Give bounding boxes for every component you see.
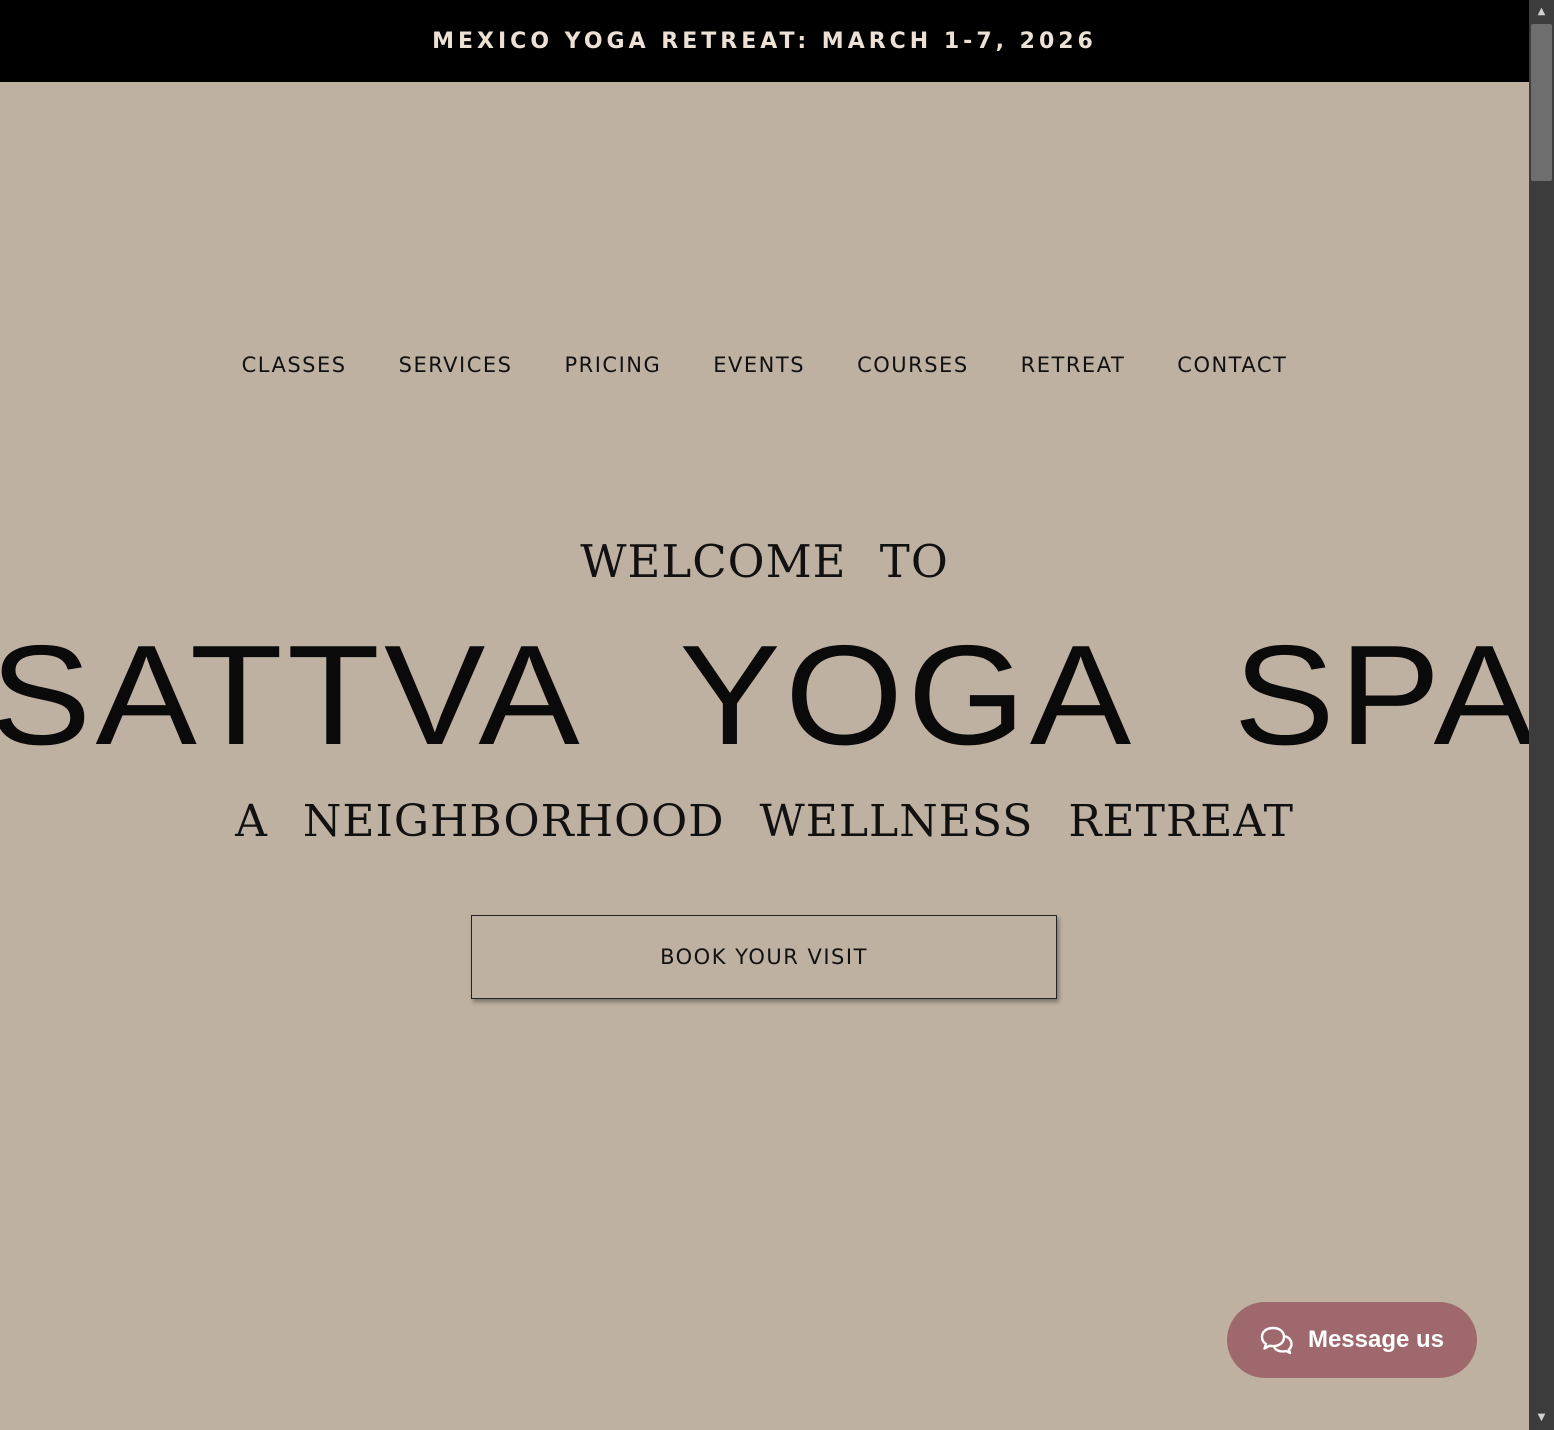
announcement-text[interactable]: MEXICO YOGA RETREAT: MARCH 1-7, 2026: [432, 29, 1097, 54]
nav-item-retreat[interactable]: RETREAT: [1021, 349, 1126, 381]
announcement-bar[interactable]: MEXICO YOGA RETREAT: MARCH 1-7, 2026: [0, 0, 1529, 82]
message-us-button[interactable]: Message us: [1227, 1302, 1477, 1378]
hero-welcome: WELCOME TO: [580, 535, 949, 588]
main-nav: CLASSES SERVICES PRICING EVENTS COURSES …: [0, 349, 1529, 381]
nav-item-services[interactable]: SERVICES: [399, 349, 513, 381]
scroll-up-arrow-icon[interactable]: ▲: [1529, 2, 1554, 20]
nav-item-contact[interactable]: CONTACT: [1177, 349, 1287, 381]
nav-item-events[interactable]: EVENTS: [713, 349, 805, 381]
chat-bubbles-icon: [1260, 1326, 1293, 1355]
nav-item-classes[interactable]: CLASSES: [242, 349, 347, 381]
hero-brand-title: SATTVA YOGA SPA: [0, 616, 1540, 775]
scroll-thumb[interactable]: [1531, 24, 1552, 181]
scroll-down-arrow-icon[interactable]: ▼: [1529, 1408, 1554, 1426]
browser-viewport: MEXICO YOGA RETREAT: MARCH 1-7, 2026 CLA…: [0, 0, 1554, 1430]
hero-tagline: A NEIGHBORHOOD WELLNESS RETREAT: [235, 796, 1294, 847]
book-your-visit-button[interactable]: BOOK YOUR VISIT: [471, 915, 1057, 999]
book-your-visit-label: BOOK YOUR VISIT: [660, 945, 868, 969]
nav-item-pricing[interactable]: PRICING: [564, 349, 661, 381]
message-us-label: Message us: [1307, 1326, 1445, 1353]
vertical-scrollbar[interactable]: ▲ ▼: [1529, 0, 1554, 1430]
page: MEXICO YOGA RETREAT: MARCH 1-7, 2026 CLA…: [0, 0, 1535, 1430]
nav-item-courses[interactable]: COURSES: [857, 349, 969, 381]
